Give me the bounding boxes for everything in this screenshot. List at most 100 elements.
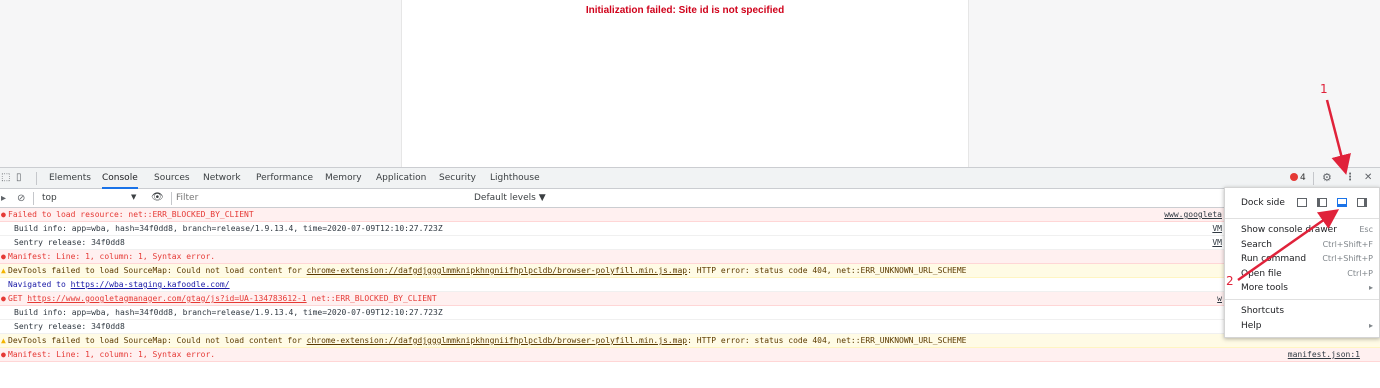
- submenu-arrow-icon: ▸: [1368, 321, 1373, 330]
- tab-performance[interactable]: Performance: [256, 168, 313, 189]
- devtools-panel: ⬚ ▯ Elements Console Sources Network Per…: [0, 167, 1380, 388]
- menu-item-open-file[interactable]: Open file Ctrl+P: [1241, 267, 1373, 281]
- error-icon: ●: [1, 210, 6, 219]
- source-link[interactable]: manifest.json:1: [1288, 348, 1360, 361]
- live-expression-eye-icon[interactable]: 👁: [151, 192, 164, 203]
- tab-network[interactable]: Network: [203, 168, 241, 189]
- dock-side-label: Dock side: [1241, 198, 1285, 208]
- menu-item-label: Show console drawer: [1241, 225, 1337, 235]
- console-message-row: Sentry release: 34f0dd8: [0, 320, 1380, 334]
- menu-shortcut: Ctrl+P: [1347, 269, 1373, 278]
- console-message-text: Navigated to https://wba-staging.kafoodl…: [8, 278, 230, 291]
- menu-shortcut: Ctrl+Shift+F: [1322, 240, 1373, 249]
- menu-item-help[interactable]: Help ▸: [1241, 319, 1373, 333]
- menu-item-label: Open file: [1241, 269, 1282, 279]
- console-message-row: ● Manifest: Line: 1, column: 1, Syntax er…: [0, 250, 1380, 264]
- inspect-element-icon[interactable]: ⬚: [1, 172, 12, 183]
- menu-divider: [1225, 218, 1379, 219]
- clear-console-icon[interactable]: ⊘: [17, 193, 28, 204]
- console-message-text: Manifest: Line: 1, column: 1, Syntax err…: [8, 252, 216, 261]
- error-icon: ●: [1, 294, 6, 303]
- dock-right-icon[interactable]: [1357, 198, 1367, 207]
- undock-icon[interactable]: [1297, 198, 1307, 207]
- console-log-area: ● Failed to load resource: net::ERR_BLOCK…: [0, 208, 1380, 388]
- menu-item-more-tools[interactable]: More tools ▸: [1241, 281, 1373, 295]
- tab-sources[interactable]: Sources: [154, 168, 190, 189]
- device-toolbar-icon[interactable]: ▯: [16, 172, 27, 183]
- message-link[interactable]: chrome-extension://dafgdjggglmmknipkhngn…: [307, 336, 688, 345]
- initialization-error-message: Initialization failed: Site id is not sp…: [585, 5, 785, 16]
- log-levels-dropdown[interactable]: Default levels ▼: [474, 193, 546, 203]
- tab-memory[interactable]: Memory: [325, 168, 362, 189]
- menu-item-label: More tools: [1241, 283, 1288, 293]
- context-selector[interactable]: top: [42, 193, 57, 203]
- devtools-options-menu: Dock side Show console drawer Esc Search C…: [1224, 187, 1380, 338]
- menu-item-run-command[interactable]: Run command Ctrl+Shift+P: [1241, 252, 1373, 266]
- page-card: Initialization failed: Site id is not sp…: [401, 0, 969, 167]
- tab-elements[interactable]: Elements: [49, 168, 91, 189]
- tab-lighthouse[interactable]: Lighthouse: [490, 168, 540, 189]
- message-suffix: : HTTP error: status code 404, net::ERR_…: [687, 336, 967, 345]
- page-viewport: Initialization failed: Site id is not sp…: [0, 0, 1380, 167]
- submenu-arrow-icon: ▸: [1368, 283, 1373, 292]
- message-suffix: net::ERR_BLOCKED_BY_CLIENT: [306, 294, 437, 303]
- settings-gear-icon[interactable]: ⚙: [1322, 172, 1333, 183]
- message-prefix: GET: [8, 294, 28, 303]
- console-message-row: ▲ DevTools failed to load SourceMap: Coul…: [0, 334, 1380, 348]
- annotation-number-1: 1: [1320, 82, 1328, 96]
- tab-console[interactable]: Console: [102, 168, 138, 189]
- console-message-text: Failed to load resource: net::ERR_BLOCKE…: [8, 210, 254, 219]
- console-message-text: GET https://www.googletagmanager.com/gta…: [8, 292, 437, 305]
- message-suffix: : HTTP error: status code 404, net::ERR_…: [687, 266, 967, 275]
- screenshot-root: Initialization failed: Site id is not sp…: [0, 0, 1380, 388]
- console-message-row: Build info: app=wba, hash=34f0dd8, branc…: [0, 306, 1380, 320]
- message-prefix: DevTools failed to load SourceMap: Could…: [8, 336, 307, 345]
- menu-shortcut: Ctrl+Shift+P: [1322, 254, 1373, 263]
- separator: [36, 172, 37, 185]
- console-message-row: ● GET https://www.googletagmanager.com/gt…: [0, 292, 1380, 306]
- source-link[interactable]: w: [1217, 292, 1222, 305]
- console-message-row: ● Manifest: Line: 1, column: 1, Syntax er…: [0, 348, 1380, 362]
- source-link[interactable]: VM: [1212, 236, 1222, 249]
- console-message-row: Navigated to https://wba-staging.kafoodl…: [0, 278, 1380, 292]
- separator: [1313, 172, 1314, 185]
- menu-item-show-console-drawer[interactable]: Show console drawer Esc: [1241, 223, 1373, 237]
- warning-icon: ▲: [1, 266, 6, 275]
- menu-item-search[interactable]: Search Ctrl+Shift+F: [1241, 238, 1373, 252]
- console-message-text: Sentry release: 34f0dd8: [14, 322, 125, 331]
- close-icon[interactable]: ✕: [1364, 172, 1375, 183]
- menu-item-label: Shortcuts: [1241, 306, 1285, 316]
- console-message-text: Build info: app=wba, hash=34f0dd8, branc…: [14, 308, 443, 317]
- console-filter-bar: ▸ ⊘ top ▼ 👁 Default levels ▼: [0, 189, 1380, 208]
- message-link[interactable]: https://wba-staging.kafoodle.com/: [71, 280, 230, 289]
- console-filter-input[interactable]: [176, 191, 466, 205]
- console-message-row: Sentry release: 34f0dd8 VM: [0, 236, 1380, 250]
- message-link[interactable]: chrome-extension://dafgdjggglmmknipkhngn…: [307, 266, 688, 275]
- tab-application[interactable]: Application: [376, 168, 426, 189]
- show-sidebar-icon[interactable]: ▸: [1, 193, 12, 204]
- menu-item-label: Search: [1241, 240, 1272, 250]
- dock-left-icon[interactable]: [1317, 198, 1327, 207]
- chevron-down-icon: ▼: [131, 193, 137, 201]
- console-message-row: ▲ DevTools failed to load SourceMap: Coul…: [0, 264, 1380, 278]
- menu-item-label: Help: [1241, 321, 1262, 331]
- error-count: 4: [1300, 173, 1306, 183]
- more-options-icon[interactable]: ⋮: [1345, 172, 1356, 183]
- error-count-badge[interactable]: 4: [1290, 168, 1306, 189]
- console-message-text: DevTools failed to load SourceMap: Could…: [8, 334, 966, 347]
- menu-shortcut: Esc: [1359, 225, 1373, 234]
- menu-divider: [1225, 299, 1379, 300]
- source-link[interactable]: www.googleta: [1164, 208, 1222, 221]
- console-message-text: Sentry release: 34f0dd8: [14, 238, 125, 247]
- separator: [171, 192, 172, 205]
- message-prefix: Navigated to: [8, 280, 71, 289]
- dock-bottom-icon[interactable]: [1337, 198, 1347, 207]
- error-icon: [1290, 173, 1298, 181]
- console-message-row: Build info: app=wba, hash=34f0dd8, branc…: [0, 222, 1380, 236]
- source-link[interactable]: VM: [1212, 222, 1222, 235]
- menu-item-shortcuts[interactable]: Shortcuts: [1241, 304, 1373, 318]
- message-link[interactable]: https://www.googletagmanager.com/gtag/js…: [27, 294, 306, 303]
- tab-security[interactable]: Security: [439, 168, 476, 189]
- devtools-tabbar: ⬚ ▯ Elements Console Sources Network Per…: [0, 168, 1380, 189]
- error-icon: ●: [1, 350, 6, 359]
